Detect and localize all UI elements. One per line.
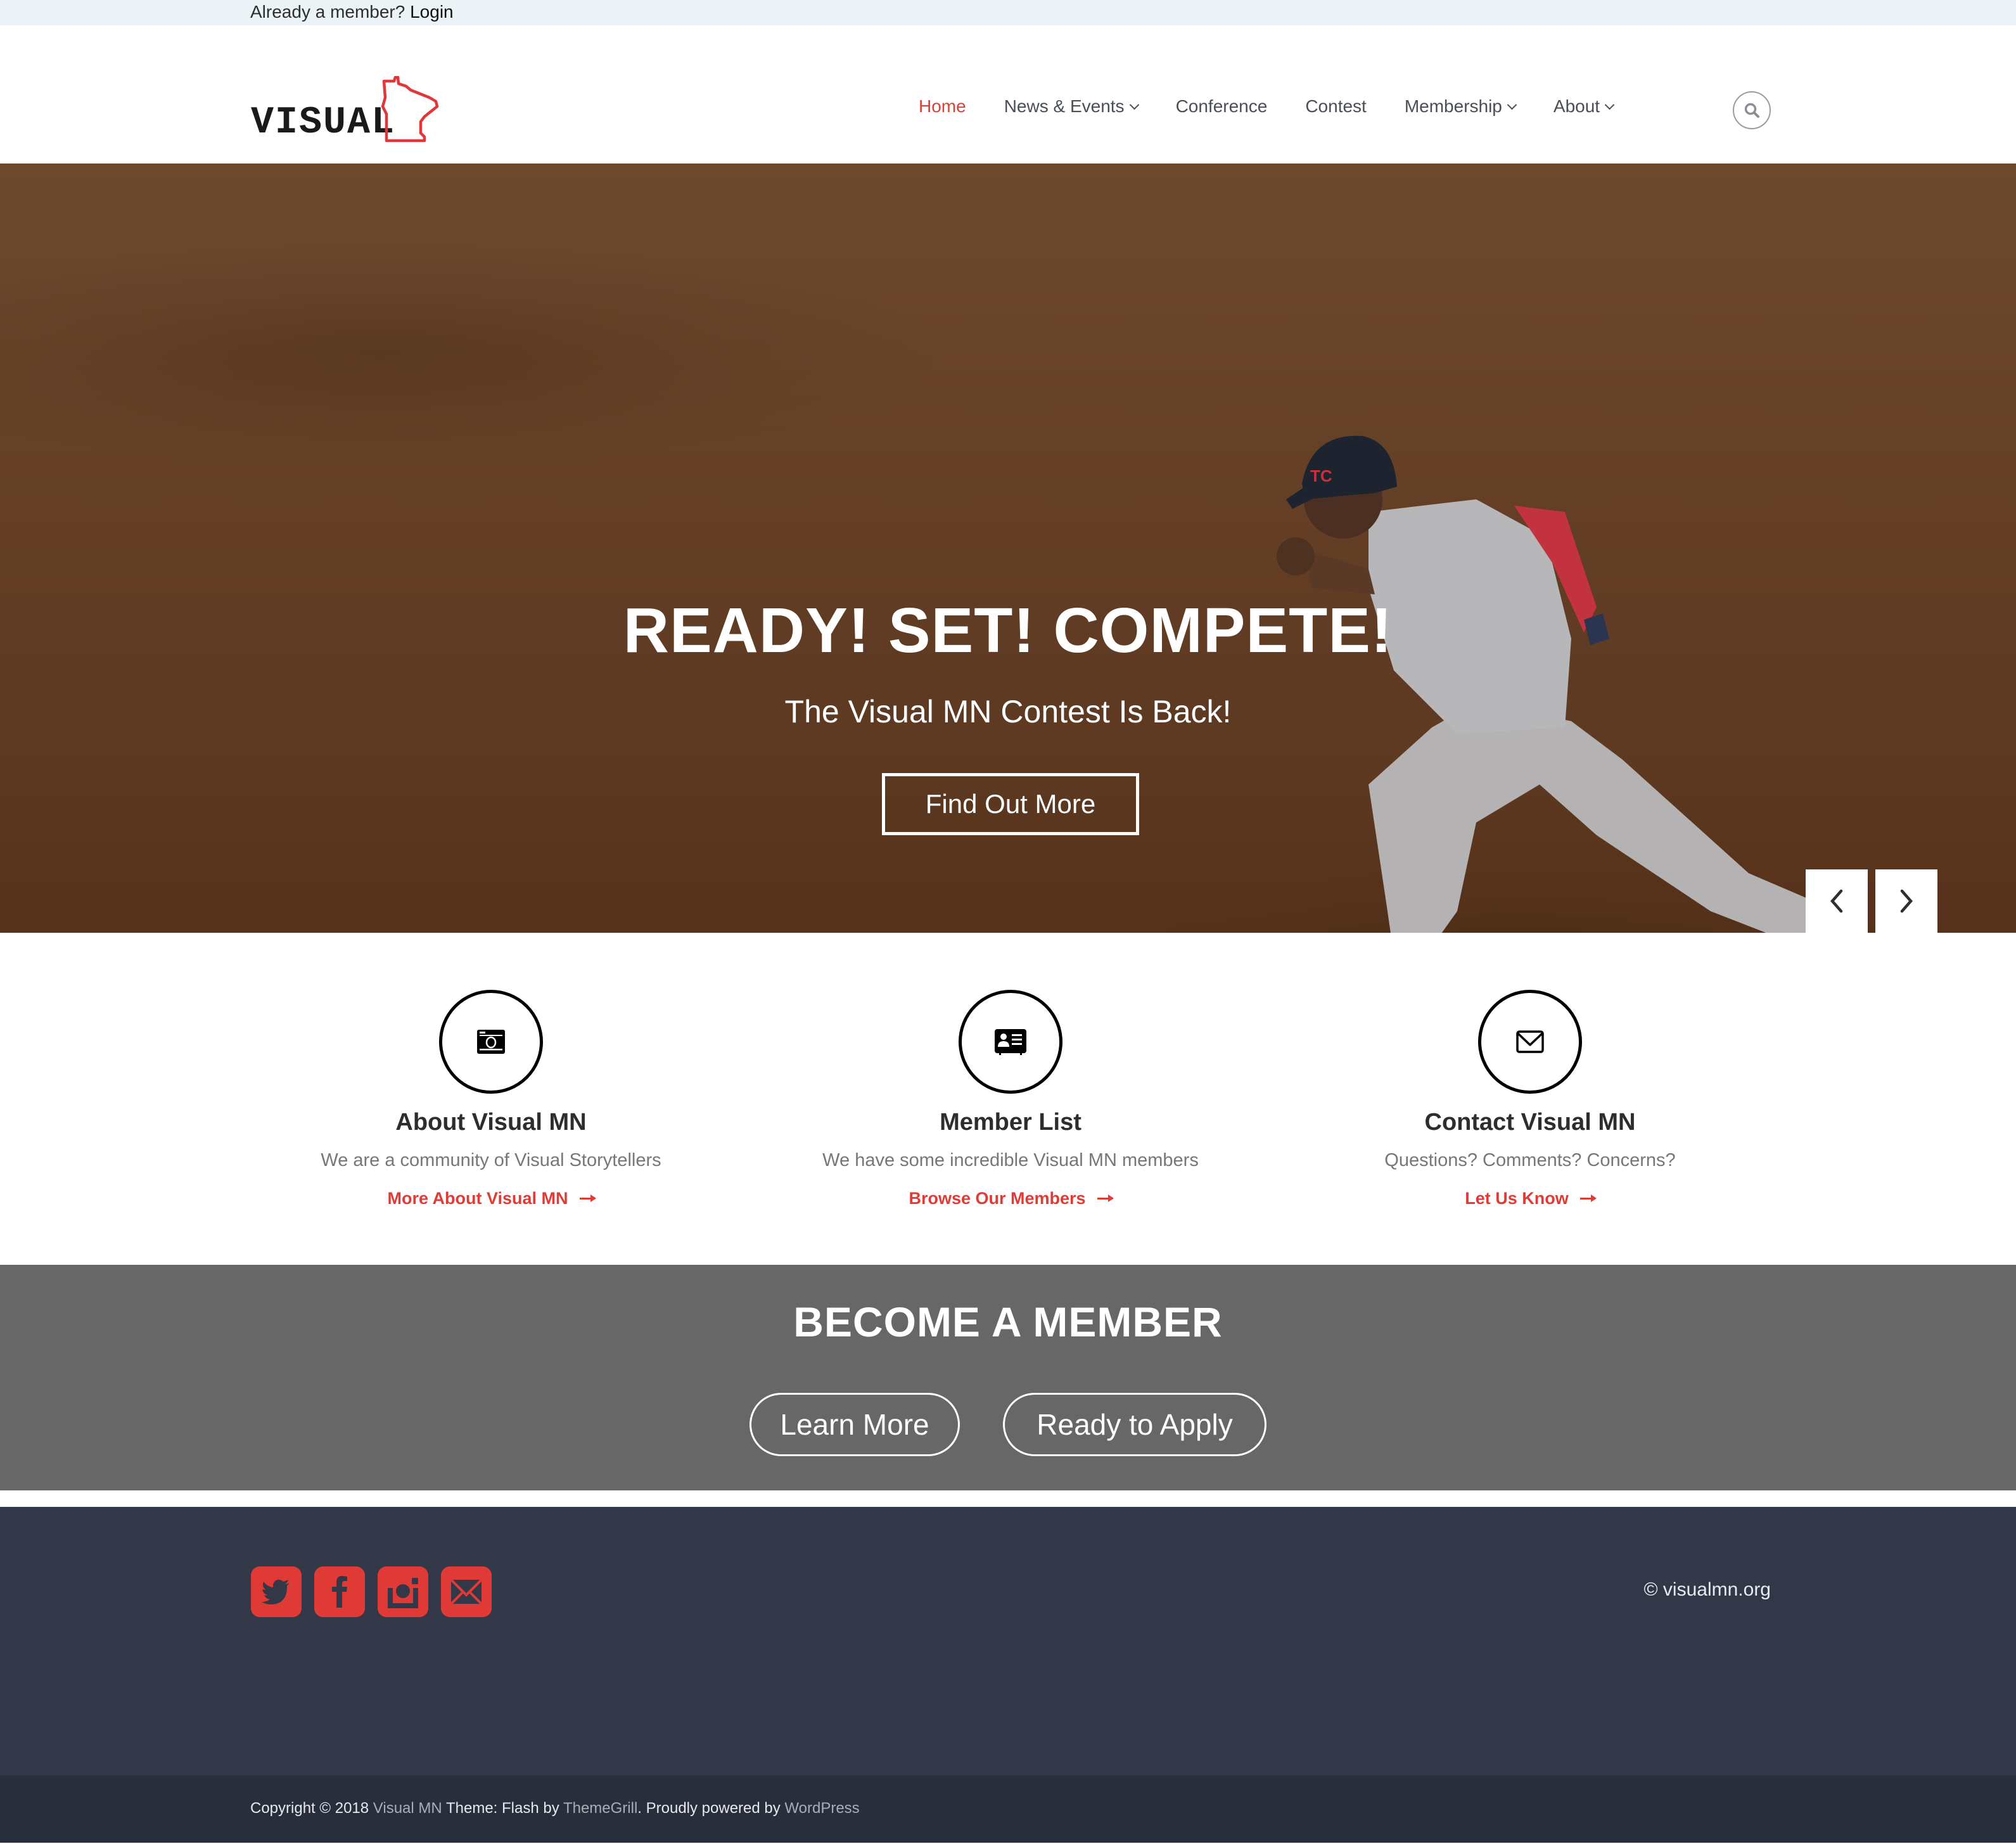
feature-contact: Contact Visual MN Questions? Comments? C… — [1270, 933, 1790, 1208]
email-icon — [450, 1578, 483, 1605]
nav-conference-label: Conference — [1175, 96, 1268, 116]
facebook-icon — [332, 1576, 347, 1608]
site-footer: © visualmn.org — [0, 1507, 2016, 1776]
footer-bottom-bar: Copyright © 2018 Visual MN Theme: Flash … — [0, 1776, 2016, 1843]
feature-title: Contact Visual MN — [1424, 1109, 1636, 1136]
site-header: VISUAL Home News & Events Conference Con… — [0, 25, 2016, 163]
social-links — [251, 1566, 504, 1617]
member-prompt-text: Already a member? — [250, 2, 411, 22]
hero-title: READY! SET! COMPETE! — [623, 595, 1393, 666]
nav-membership[interactable]: Membership — [1404, 96, 1517, 117]
feature-about: About Visual MN We are a community of Vi… — [231, 933, 751, 1208]
nav-contest[interactable]: Contest — [1305, 96, 1367, 117]
nav-contest-label: Contest — [1305, 96, 1367, 116]
instagram-link[interactable] — [378, 1566, 428, 1617]
nav-membership-label: Membership — [1404, 96, 1502, 116]
copyright-line: Copyright © 2018 Visual MN Theme: Flash … — [250, 1800, 860, 1817]
chevron-left-icon — [1830, 889, 1843, 913]
feature-icon-circle — [959, 990, 1062, 1094]
cta-title: BECOME A MEMBER — [793, 1298, 1223, 1345]
arrow-right-icon — [1097, 1194, 1114, 1202]
feature-icon-circle — [439, 990, 543, 1094]
copyright-prefix: Copyright © 2018 — [250, 1800, 373, 1817]
site-logo[interactable]: VISUAL — [251, 76, 441, 146]
link-label: Let Us Know — [1465, 1189, 1569, 1208]
slider-next-button[interactable] — [1875, 869, 1937, 933]
nav-news-events[interactable]: News & Events — [1004, 96, 1139, 117]
slider-prev-button[interactable] — [1806, 869, 1868, 933]
envelope-icon — [1516, 1030, 1544, 1053]
feature-description: We are a community of Visual Storyteller… — [321, 1150, 661, 1170]
search-icon — [1744, 103, 1759, 118]
baseball-player-image: TC — [1277, 435, 1854, 933]
powered-text: . Proudly powered by — [637, 1800, 785, 1817]
let-us-know-link[interactable]: Let Us Know — [1465, 1189, 1597, 1208]
nav-home-label: Home — [919, 96, 966, 116]
nav-conference[interactable]: Conference — [1176, 96, 1268, 117]
nav-home[interactable]: Home — [919, 96, 966, 117]
hero-slider: TC READY! SET! COMPETE! The Visual MN Co… — [0, 163, 2016, 933]
minnesota-outline-icon — [381, 76, 439, 143]
logo-text: VISUAL — [251, 101, 396, 144]
id-card-icon — [995, 1029, 1026, 1055]
learn-more-button[interactable]: Learn More — [750, 1393, 960, 1456]
feature-title: Member List — [940, 1109, 1081, 1136]
features-section: About Visual MN We are a community of Vi… — [0, 933, 2016, 1265]
instagram-icon — [388, 1578, 418, 1608]
feature-description: Questions? Comments? Concerns? — [1384, 1150, 1676, 1170]
facebook-link[interactable] — [314, 1566, 365, 1617]
twitter-link[interactable] — [251, 1566, 302, 1617]
theme-text: Theme: Flash by — [442, 1800, 563, 1817]
section-divider — [0, 1490, 2016, 1507]
nav-about[interactable]: About — [1553, 96, 1615, 117]
ready-to-apply-button[interactable]: Ready to Apply — [1003, 1393, 1266, 1456]
more-about-link[interactable]: More About Visual MN — [387, 1189, 596, 1208]
footer-site-copyright: © visualmn.org — [1643, 1579, 1771, 1600]
find-out-more-button[interactable]: Find Out More — [882, 773, 1139, 835]
chevron-right-icon — [1900, 889, 1913, 913]
feature-member-list: Member List We have some incredible Visu… — [751, 933, 1270, 1208]
link-label: Browse Our Members — [909, 1189, 1086, 1208]
chevron-down-icon — [1604, 99, 1615, 110]
nav-about-label: About — [1553, 96, 1600, 116]
svg-text:TC: TC — [1310, 466, 1332, 485]
member-prompt: Already a member? Login — [250, 0, 454, 24]
top-bar: Already a member? Login — [0, 0, 2016, 25]
chevron-down-icon — [1507, 99, 1517, 110]
themegrill-link[interactable]: ThemeGrill — [563, 1800, 637, 1817]
feature-icon-circle — [1478, 990, 1582, 1094]
email-link[interactable] — [441, 1566, 492, 1617]
arrow-right-icon — [579, 1194, 596, 1202]
login-link[interactable]: Login — [410, 2, 454, 22]
visual-mn-link[interactable]: Visual MN — [373, 1800, 442, 1817]
feature-description: We have some incredible Visual MN member… — [822, 1150, 1199, 1170]
feature-title: About Visual MN — [395, 1109, 587, 1136]
wordpress-link[interactable]: WordPress — [784, 1800, 859, 1817]
browse-members-link[interactable]: Browse Our Members — [909, 1189, 1114, 1208]
camera-icon — [477, 1030, 505, 1054]
main-nav: Home News & Events Conference Contest Me… — [919, 96, 1651, 117]
twitter-icon — [262, 1579, 290, 1604]
link-label: More About Visual MN — [387, 1189, 568, 1208]
nav-news-events-label: News & Events — [1004, 96, 1125, 116]
chevron-down-icon — [1129, 99, 1139, 110]
arrow-right-icon — [1579, 1194, 1597, 1202]
become-member-section: BECOME A MEMBER Learn More Ready to Appl… — [0, 1265, 2016, 1490]
search-button[interactable] — [1733, 91, 1771, 129]
hero-subtitle: The Visual MN Contest Is Back! — [784, 694, 1232, 729]
